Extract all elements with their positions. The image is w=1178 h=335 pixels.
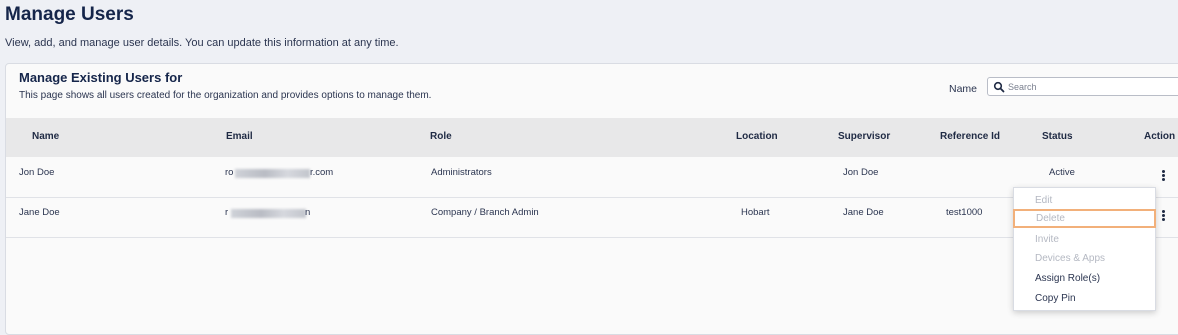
table-header: Name Email Role Location Supervisor Refe… [6,118,1178,157]
page-title: Manage Users [5,4,134,25]
cell-supervisor: Jane Doe [843,207,884,218]
menu-item-assign-roles[interactable]: Assign Role(s) [1014,269,1155,288]
column-header-location[interactable]: Location [736,131,778,142]
cell-supervisor: Jon Doe [843,167,879,178]
cell-email-suffix: n [305,207,311,218]
column-header-role[interactable]: Role [430,131,452,142]
search-box[interactable] [987,77,1178,96]
redacted-email [235,169,310,178]
column-header-action: Action [1144,131,1176,142]
card-title: Manage Existing Users for [19,70,183,85]
cell-email-prefix: ro [225,167,234,178]
menu-item-devices-apps[interactable]: Devices & Apps [1014,249,1155,268]
cell-reference-id: test1000 [946,207,983,218]
menu-item-invite[interactable]: Invite [1014,230,1155,249]
cell-name: Jane Doe [19,207,60,218]
redacted-email [231,209,306,218]
card-subtitle: This page shows all users created for th… [19,90,432,101]
column-header-status[interactable]: Status [1042,131,1073,142]
menu-item-copy-pin[interactable]: Copy Pin [1014,289,1155,308]
column-header-name[interactable]: Name [32,131,59,142]
menu-item-delete[interactable]: Delete [1013,209,1156,228]
cell-name: Jon Doe [19,167,55,178]
column-header-reference-id[interactable]: Reference Id [940,131,1000,142]
cell-email-prefix: r [225,207,229,218]
menu-item-edit[interactable]: Edit [1014,191,1155,210]
row-actions-kebab-icon[interactable] [1159,170,1167,184]
name-filter-label: Name [949,83,978,95]
page-subtitle: View, add, and manage user details. You … [5,37,399,49]
table-row: Jane Doe r n Company / Branch Admin Hoba… [6,197,1178,238]
cell-status: Active [1049,167,1075,178]
cell-location: Hobart [741,207,770,218]
cell-email-suffix: r.com [310,167,334,178]
column-header-email[interactable]: Email [226,131,253,142]
search-input[interactable] [1008,79,1178,94]
cell-role: Company / Branch Admin [431,207,539,218]
table-row: Jon Doe ro r.com Administrators Jon Doe … [6,157,1178,198]
row-actions-kebab-icon[interactable] [1159,210,1167,224]
search-icon [993,81,1005,93]
cell-role: Administrators [431,167,492,178]
column-header-supervisor[interactable]: Supervisor [838,131,890,142]
row-action-menu: Edit Delete Invite Devices & Apps Assign… [1013,187,1156,311]
users-card: Manage Existing Users for This page show… [5,63,1178,335]
